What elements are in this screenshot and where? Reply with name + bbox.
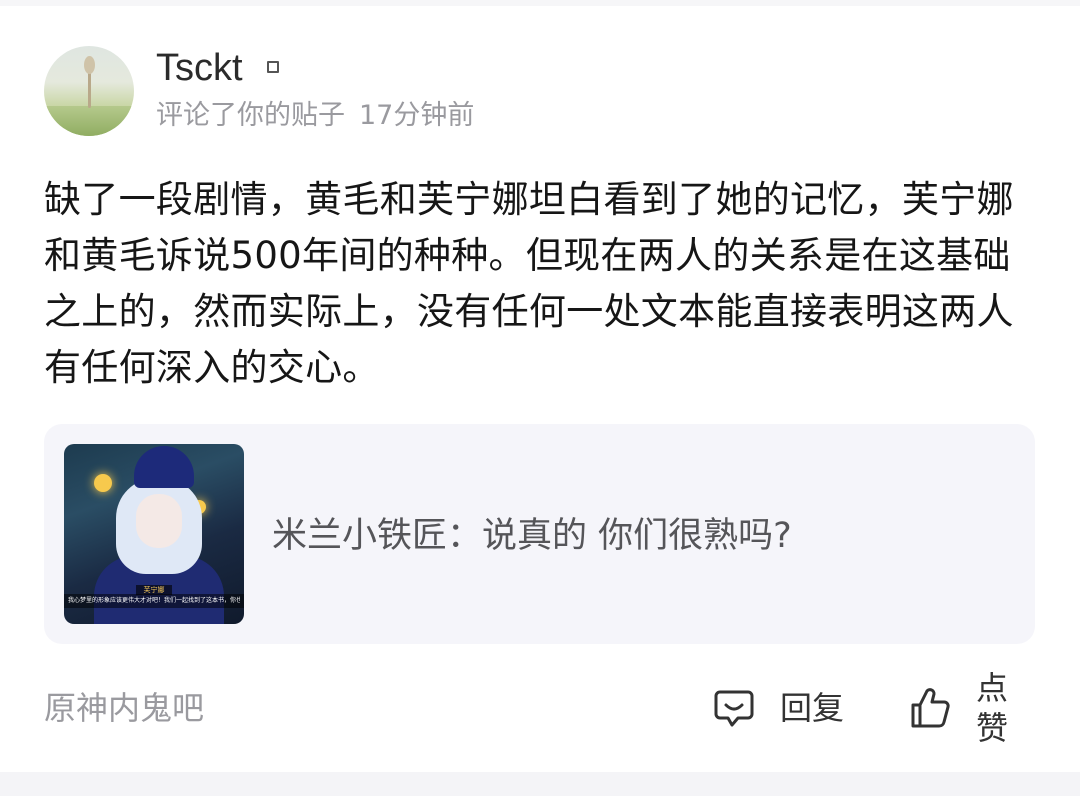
badge-square-icon [267, 61, 279, 73]
post-meta: 评论了你的贴子 17分钟前 [156, 98, 474, 134]
post-header: Tsckt 评论了你的贴子 17分钟前 [44, 46, 1034, 138]
forum-link[interactable]: 原神内鬼吧 [44, 688, 204, 728]
reply-button[interactable]: 回复 [712, 684, 844, 732]
top-separator [0, 0, 1080, 6]
thumbnail-subtitle-name: 芙宁娜 [136, 585, 172, 595]
timestamp: 17分钟前 [359, 100, 475, 131]
reply-label: 回复 [780, 689, 845, 727]
quoted-post-card[interactable]: 芙宁娜 我心梦里的形象应该更伟大才对吧！我们一起找到了这本书，你也记住了 米兰小… [44, 424, 1035, 644]
bottom-separator [0, 772, 1080, 796]
thumbnail-subtitle-line: 我心梦里的形象应该更伟大才对吧！我们一起找到了这本书，你也记住了 [68, 597, 240, 604]
username[interactable]: Tsckt [156, 46, 243, 90]
like-button[interactable]: 点赞 [908, 669, 1036, 747]
quoted-post-text: 米兰小铁匠：说真的 你们很熟吗? [272, 516, 792, 556]
like-label: 点赞 [976, 669, 1009, 747]
comment-body[interactable]: 缺了一段剧情，黄毛和芙宁娜坦白看到了她的记忆，芙宁娜和黄毛诉说500年间的种种。… [44, 172, 1039, 396]
comment-bubble-icon [712, 686, 756, 730]
action-text: 评论了你的贴子 [156, 100, 345, 131]
post-footer: 原神内鬼吧 回复 点赞 [44, 669, 1036, 747]
quoted-post-thumbnail: 芙宁娜 我心梦里的形象应该更伟大才对吧！我们一起找到了这本书，你也记住了 [64, 444, 244, 624]
thumbs-up-icon [908, 686, 952, 730]
avatar[interactable] [44, 46, 134, 136]
